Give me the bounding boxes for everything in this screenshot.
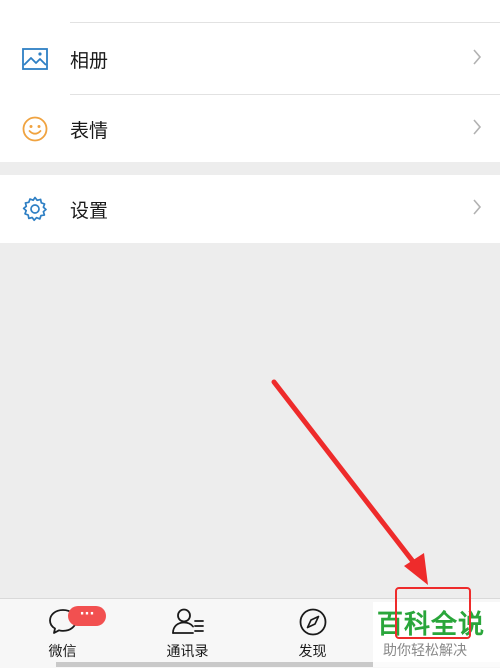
- annotation-highlight-box: [395, 587, 471, 639]
- tab-discover-label: 发现: [298, 644, 327, 660]
- tab-chats[interactable]: ··· 微信: [0, 599, 125, 668]
- tab-discover[interactable]: 发现: [250, 599, 375, 668]
- gear-icon: [22, 196, 48, 222]
- tab-contacts[interactable]: 通讯录: [125, 599, 250, 668]
- chevron-right-icon: [472, 199, 482, 219]
- tab-chats-label: 微信: [48, 644, 77, 660]
- divider: [70, 22, 500, 23]
- album-icon: [22, 46, 48, 72]
- menu-item-settings-label: 设置: [70, 199, 109, 222]
- menu-group-settings: 设置: [0, 175, 500, 243]
- menu-group-top: 相册 表情: [0, 0, 500, 162]
- menu-item-sticker-label: 表情: [70, 119, 109, 142]
- menu-item-album[interactable]: 相册: [0, 24, 500, 94]
- chevron-right-icon: [472, 119, 482, 139]
- menu-item-settings[interactable]: 设置: [0, 175, 500, 243]
- menu-item-album-label: 相册: [70, 49, 109, 72]
- smiley-icon: [22, 116, 48, 142]
- watermark-subtitle: 助你轻松解决: [383, 643, 467, 659]
- contacts-icon: [171, 607, 205, 639]
- menu-item-sticker[interactable]: 表情: [0, 94, 500, 164]
- unread-badge: ···: [68, 606, 106, 626]
- tab-contacts-label: 通讯录: [166, 644, 209, 660]
- chevron-right-icon: [472, 49, 482, 69]
- compass-icon: [298, 607, 328, 641]
